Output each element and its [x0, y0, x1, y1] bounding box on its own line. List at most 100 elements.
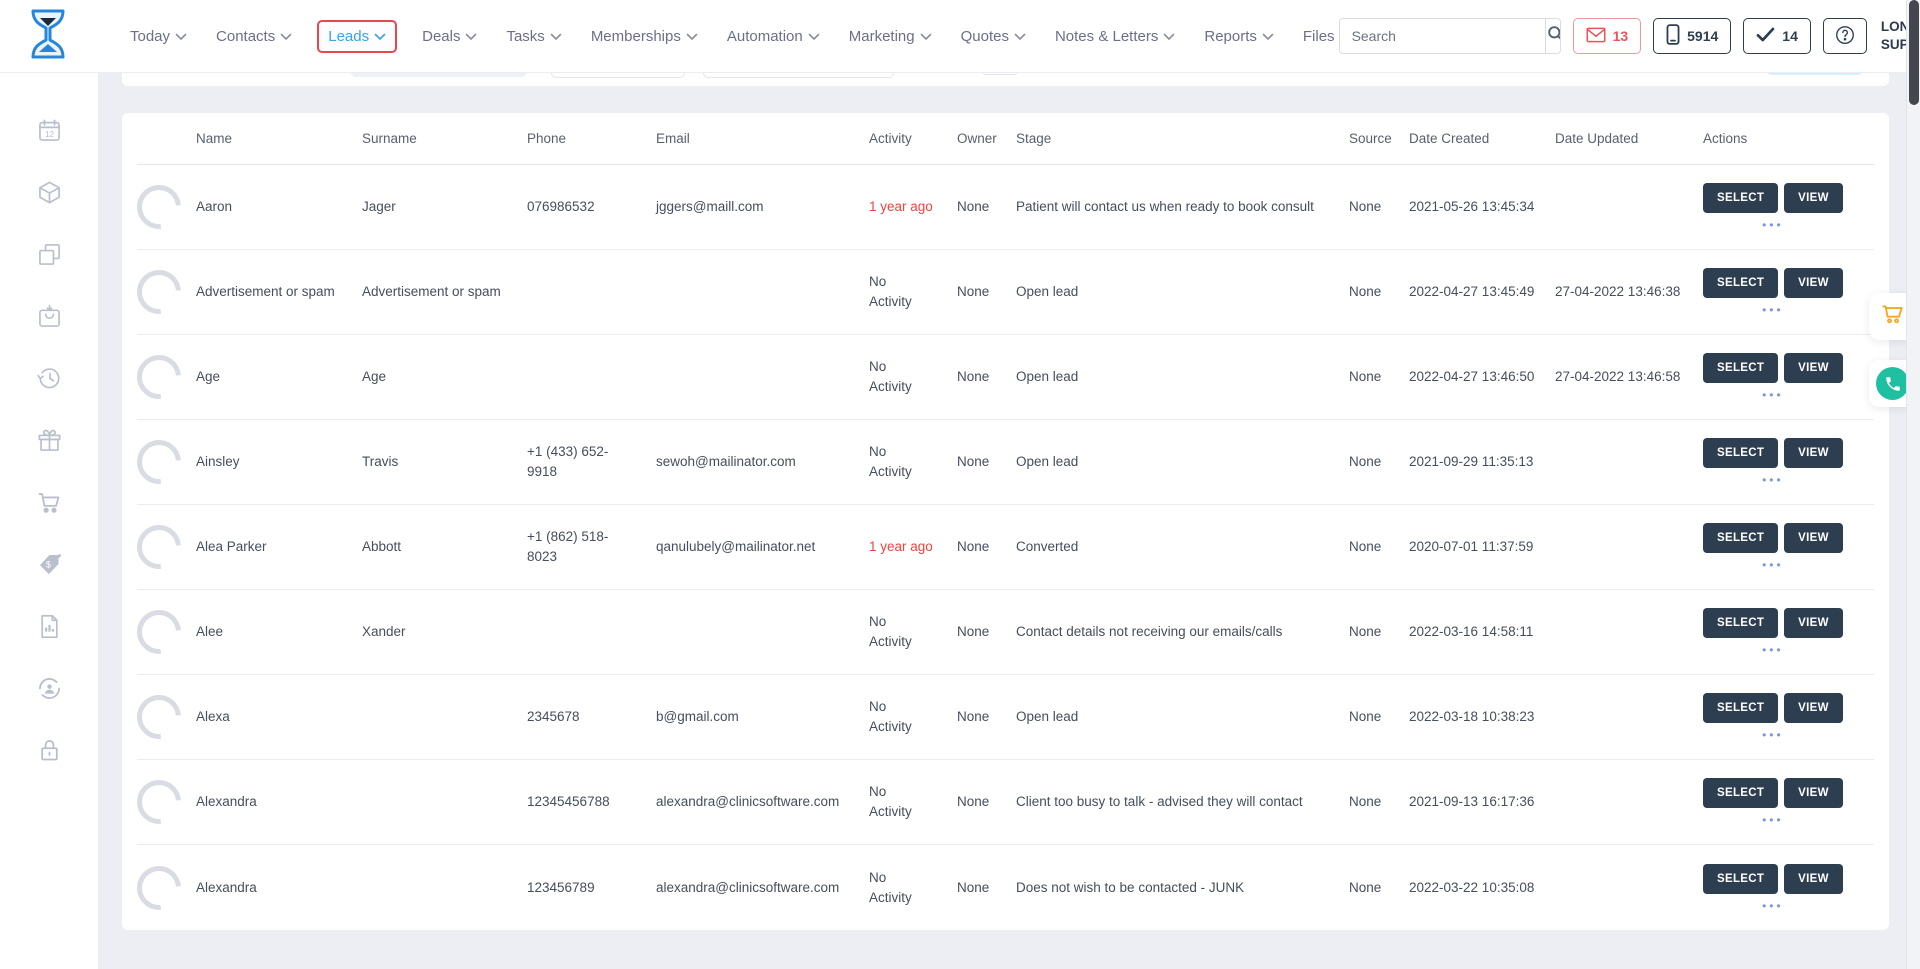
shopping-bag-icon[interactable]: [35, 302, 63, 330]
chevron-down-icon: [1014, 28, 1026, 45]
header-surname[interactable]: Surname: [362, 131, 527, 146]
header-stage[interactable]: Stage: [1016, 131, 1349, 146]
lead-actions: SELECTVIEW•••: [1703, 169, 1874, 245]
lead-owner: None: [957, 183, 1016, 231]
lead-email: [656, 278, 869, 306]
envelope-icon: [1586, 27, 1606, 46]
view-button[interactable]: VIEW: [1784, 353, 1843, 383]
view-button[interactable]: VIEW: [1784, 523, 1843, 553]
scrollbar-thumb[interactable]: [1909, 0, 1919, 105]
calendar-icon[interactable]: 12: [35, 116, 63, 144]
mail-badge-button[interactable]: 13: [1573, 18, 1642, 54]
lead-source: None: [1349, 608, 1409, 656]
header-owner[interactable]: Owner: [957, 131, 1016, 146]
actions-group: SELECTVIEW•••: [1703, 183, 1843, 231]
view-button[interactable]: VIEW: [1784, 693, 1843, 723]
account-sync-icon[interactable]: [35, 674, 63, 702]
lock-icon[interactable]: [35, 736, 63, 764]
lead-date-updated: [1555, 193, 1703, 221]
view-button[interactable]: VIEW: [1784, 778, 1843, 808]
nav-item-quotes[interactable]: Quotes: [957, 21, 1030, 52]
package-icon[interactable]: [35, 178, 63, 206]
tasks-badge-button[interactable]: 14: [1743, 18, 1811, 54]
gift-icon[interactable]: [35, 426, 63, 454]
lead-owner: None: [957, 523, 1016, 571]
view-button[interactable]: VIEW: [1784, 608, 1843, 638]
lead-source: None: [1349, 523, 1409, 571]
table-row: AgeAgeNo ActivityNoneOpen leadNone2022-0…: [137, 335, 1874, 420]
view-button[interactable]: VIEW: [1784, 864, 1843, 894]
nav-item-notes-letters[interactable]: Notes & Letters: [1051, 21, 1179, 52]
chevron-down-icon: [374, 28, 386, 45]
header-date-created[interactable]: Date Created: [1409, 131, 1555, 146]
report-icon[interactable]: [35, 612, 63, 640]
view-button[interactable]: VIEW: [1784, 183, 1843, 213]
nav-item-label: Contacts: [216, 28, 275, 45]
more-actions-button[interactable]: •••: [1762, 304, 1784, 316]
nav-item-marketing[interactable]: Marketing: [845, 21, 936, 52]
svg-text:$: $: [45, 559, 50, 569]
select-button[interactable]: SELECT: [1703, 353, 1778, 383]
nav-item-today[interactable]: Today: [126, 21, 191, 52]
more-actions-button[interactable]: •••: [1762, 900, 1784, 912]
lead-surname: Advertisement or spam: [362, 268, 527, 316]
global-search-input[interactable]: [1340, 19, 1545, 53]
phone-count: 5914: [1687, 28, 1718, 44]
nav-item-leads[interactable]: Leads: [317, 20, 397, 53]
view-button[interactable]: VIEW: [1784, 438, 1843, 468]
table-row: AleeXanderNo ActivityNoneContact details…: [137, 590, 1874, 675]
lead-actions: SELECTVIEW•••: [1703, 509, 1874, 585]
lead-activity: No Activity: [869, 598, 957, 665]
select-button[interactable]: SELECT: [1703, 523, 1778, 553]
copy-icon[interactable]: [35, 240, 63, 268]
view-button[interactable]: VIEW: [1784, 268, 1843, 298]
nav-item-tasks[interactable]: Tasks: [502, 21, 565, 52]
select-button[interactable]: SELECT: [1703, 778, 1778, 808]
select-button[interactable]: SELECT: [1703, 438, 1778, 468]
lead-stage: Patient will contact us when ready to bo…: [1016, 183, 1349, 231]
nav-item-reports[interactable]: Reports: [1200, 21, 1278, 52]
chevron-down-icon: [1163, 28, 1175, 45]
more-actions-button[interactable]: •••: [1762, 814, 1784, 826]
lead-stage: Open lead: [1016, 693, 1349, 741]
more-actions-button[interactable]: •••: [1762, 389, 1784, 401]
app-logo[interactable]: [26, 8, 70, 64]
header-activity[interactable]: Activity: [869, 131, 957, 146]
select-button[interactable]: SELECT: [1703, 608, 1778, 638]
nav-item-automation[interactable]: Automation: [723, 21, 824, 52]
select-button[interactable]: SELECT: [1703, 268, 1778, 298]
select-button[interactable]: SELECT: [1703, 693, 1778, 723]
more-actions-button[interactable]: •••: [1762, 474, 1784, 486]
lead-name: Aaron: [196, 183, 362, 231]
global-search-button[interactable]: [1545, 19, 1561, 53]
header-email[interactable]: Email: [656, 131, 869, 146]
more-actions-button[interactable]: •••: [1762, 644, 1784, 656]
chevron-down-icon: [1262, 28, 1274, 45]
table-header-row: Name Surname Phone Email Activity Owner …: [137, 113, 1874, 165]
price-tag-icon[interactable]: $: [35, 550, 63, 578]
select-button[interactable]: SELECT: [1703, 183, 1778, 213]
select-button[interactable]: SELECT: [1703, 864, 1778, 894]
header-name[interactable]: Name: [196, 131, 362, 146]
page-scrollbar[interactable]: [1906, 0, 1920, 969]
header-source[interactable]: Source: [1349, 131, 1409, 146]
cart-icon[interactable]: [35, 488, 63, 516]
nav-item-files[interactable]: Files: [1299, 21, 1339, 52]
action-buttons: SELECTVIEW: [1703, 864, 1843, 894]
header-date-updated[interactable]: Date Updated: [1555, 131, 1703, 146]
lead-surname: Abbott: [362, 523, 527, 571]
action-buttons: SELECTVIEW: [1703, 268, 1843, 298]
more-actions-button[interactable]: •••: [1762, 729, 1784, 741]
phone-badge-button[interactable]: 5914: [1653, 18, 1731, 54]
more-actions-button[interactable]: •••: [1762, 219, 1784, 231]
action-buttons: SELECTVIEW: [1703, 523, 1843, 553]
header-phone[interactable]: Phone: [527, 131, 656, 146]
more-actions-button[interactable]: •••: [1762, 559, 1784, 571]
nav-item-deals[interactable]: Deals: [418, 21, 481, 52]
help-button[interactable]: [1823, 18, 1867, 54]
nav-item-memberships[interactable]: Memberships: [587, 21, 702, 52]
actions-group: SELECTVIEW•••: [1703, 608, 1843, 656]
history-icon[interactable]: [35, 364, 63, 392]
lead-email: sewoh@mailinator.com: [656, 438, 869, 486]
nav-item-contacts[interactable]: Contacts: [212, 21, 296, 52]
